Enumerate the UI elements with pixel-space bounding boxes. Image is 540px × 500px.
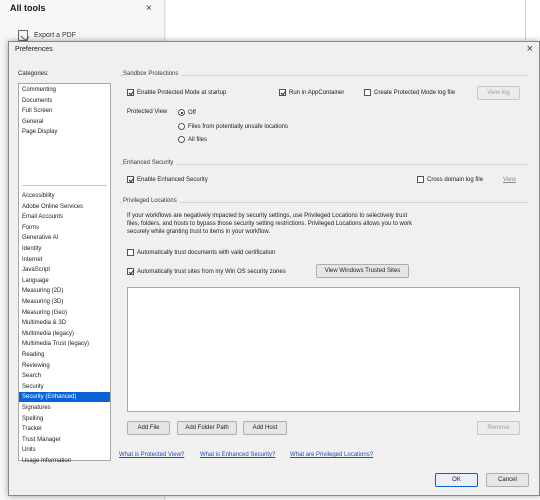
add-file-button[interactable]: Add File (127, 421, 170, 435)
create-log-checkbox[interactable]: Create Protected Mode log file (364, 89, 455, 96)
category-item-spelling[interactable]: Spelling (19, 414, 110, 424)
category-item-adobe-online-services[interactable]: Adobe Online Services (19, 202, 110, 212)
view-cross-domain-link[interactable]: View (503, 177, 516, 183)
cancel-button[interactable]: Cancel (486, 473, 529, 487)
sandbox-title: Sandbox Protections (123, 71, 182, 77)
export-pdf-tool[interactable]: Export a PDF (18, 30, 76, 41)
category-item-usage-information[interactable]: Usage Information (19, 456, 110, 466)
protected-view-all-radio[interactable]: All files (178, 136, 207, 143)
category-item-commenting[interactable]: Commenting (19, 85, 110, 95)
category-item-full-screen[interactable]: Full Screen (19, 106, 110, 116)
category-item-multimedia-legacy[interactable]: Multimedia (legacy) (19, 329, 110, 339)
privileged-title: Privileged Locations (123, 198, 180, 204)
protected-view-unsafe-dot[interactable] (178, 123, 185, 130)
category-item-email-accounts[interactable]: Email Accounts (19, 212, 110, 222)
ok-button[interactable]: OK (435, 473, 478, 487)
trust-sites-box[interactable] (127, 268, 134, 275)
cross-domain-log-box[interactable] (417, 176, 424, 183)
enhanced-security-help-link[interactable]: What is Enhanced Security? (200, 452, 275, 458)
remove-button[interactable]: Remove (477, 421, 520, 435)
toolbar-divider (525, 0, 526, 40)
privileged-description: If your workflows are negatively impacte… (127, 213, 413, 235)
run-in-appcontainer-checkbox[interactable]: Run in AppContainer (279, 89, 344, 96)
category-item-forms[interactable]: Forms (19, 223, 110, 233)
categories-divider (22, 185, 107, 186)
enhanced-divider (119, 164, 529, 165)
preferences-dialog: Preferences × Categories: Commenting Docu… (8, 41, 540, 496)
add-host-button[interactable]: Add Host (243, 421, 287, 435)
category-item-general[interactable]: General (19, 117, 110, 127)
protected-view-label: Protected View (127, 109, 168, 115)
protected-view-help-link[interactable]: What is Protected View? (119, 452, 184, 458)
category-item-security[interactable]: Security (19, 382, 110, 392)
category-item-measuring-3d[interactable]: Measuring (3D) (19, 297, 110, 307)
categories-list[interactable]: Commenting Documents Full Screen General Pag… (18, 83, 111, 464)
categories-label: Categories: (18, 71, 49, 77)
category-item-page-display[interactable]: Page Display (19, 127, 110, 137)
privileged-divider (119, 202, 529, 203)
protected-view-all-label: All files (188, 136, 208, 143)
protected-view-off-radio[interactable]: Off (178, 109, 196, 116)
category-item-search[interactable]: Search (19, 371, 110, 381)
category-item-reviewing[interactable]: Reviewing (19, 361, 110, 371)
category-item-reading[interactable]: Reading (19, 350, 110, 360)
category-item-signatures[interactable]: Signatures (19, 403, 110, 413)
category-item-language[interactable]: Language (19, 276, 110, 286)
export-pdf-icon (18, 30, 28, 41)
category-item-multimedia-3d[interactable]: Multimedia & 3D (19, 318, 110, 328)
enable-enhanced-security-checkbox[interactable]: Enable Enhanced Security (127, 176, 208, 183)
category-item-accessibility[interactable]: Accessibility (19, 191, 110, 201)
enable-protected-mode-checkbox[interactable]: Enable Protected Mode at startup (127, 89, 226, 96)
enable-protected-mode-box[interactable] (127, 89, 134, 96)
category-item-security-enhanced[interactable]: Security (Enhanced) (19, 392, 110, 403)
enable-enhanced-security-label: Enable Enhanced Security (137, 176, 208, 183)
category-item-internet[interactable]: Internet (19, 255, 110, 265)
enhanced-title: Enhanced Security (123, 160, 177, 166)
all-tools-title: All tools (10, 3, 46, 13)
export-pdf-label: Export a PDF (34, 32, 77, 39)
run-in-appcontainer-label: Run in AppContainer (289, 89, 345, 96)
view-log-button[interactable]: View log (477, 86, 520, 100)
protected-view-unsafe-label: Files from potentially unsafe locations (188, 123, 289, 130)
privileged-locations-list[interactable] (127, 287, 520, 412)
category-item-generative-ai[interactable]: Generative AI (19, 233, 110, 243)
view-trusted-sites-button[interactable]: View Windows Trusted Sites (316, 264, 409, 278)
category-item-documents[interactable]: Documents (19, 96, 110, 106)
category-item-multimedia-trust-legacy[interactable]: Multimedia Trust (legacy) (19, 339, 110, 349)
category-item-units[interactable]: Units (19, 445, 110, 455)
panel-close-icon[interactable]: × (146, 3, 152, 14)
run-in-appcontainer-box[interactable] (279, 89, 286, 96)
trust-sites-checkbox[interactable]: Automatically trust sites from my Win OS… (127, 268, 286, 275)
create-log-box[interactable] (364, 89, 371, 96)
trust-certified-label: Automatically trust documents with valid… (137, 249, 276, 256)
category-item-javascript[interactable]: JavaScript (19, 265, 110, 275)
trust-certified-checkbox[interactable]: Automatically trust documents with valid… (127, 249, 275, 256)
category-item-trust-manager[interactable]: Trust Manager (19, 435, 110, 445)
close-icon[interactable]: × (527, 43, 533, 55)
dialog-title: Preferences (15, 46, 53, 53)
protected-view-all-dot[interactable] (178, 136, 185, 143)
protected-view-off-label: Off (188, 109, 196, 116)
category-item-identity[interactable]: Identity (19, 244, 110, 254)
cross-domain-log-label: Cross domain log file (427, 176, 484, 183)
cross-domain-log-checkbox[interactable]: Cross domain log file (417, 176, 483, 183)
protected-view-unsafe-radio[interactable]: Files from potentially unsafe locations (178, 123, 288, 130)
enable-protected-mode-label: Enable Protected Mode at startup (137, 89, 227, 96)
trust-certified-box[interactable] (127, 249, 134, 256)
protected-view-off-dot[interactable] (178, 109, 185, 116)
privileged-locations-help-link[interactable]: What are Privileged Locations? (290, 452, 373, 458)
trust-sites-label: Automatically trust sites from my Win OS… (137, 268, 286, 275)
category-item-measuring-2d[interactable]: Measuring (2D) (19, 286, 110, 296)
add-folder-path-button[interactable]: Add Folder Path (177, 421, 237, 435)
create-log-label: Create Protected Mode log file (374, 89, 456, 96)
category-item-tracker[interactable]: Tracker (19, 424, 110, 434)
enable-enhanced-security-box[interactable] (127, 176, 134, 183)
category-item-measuring-geo[interactable]: Measuring (Geo) (19, 308, 110, 318)
